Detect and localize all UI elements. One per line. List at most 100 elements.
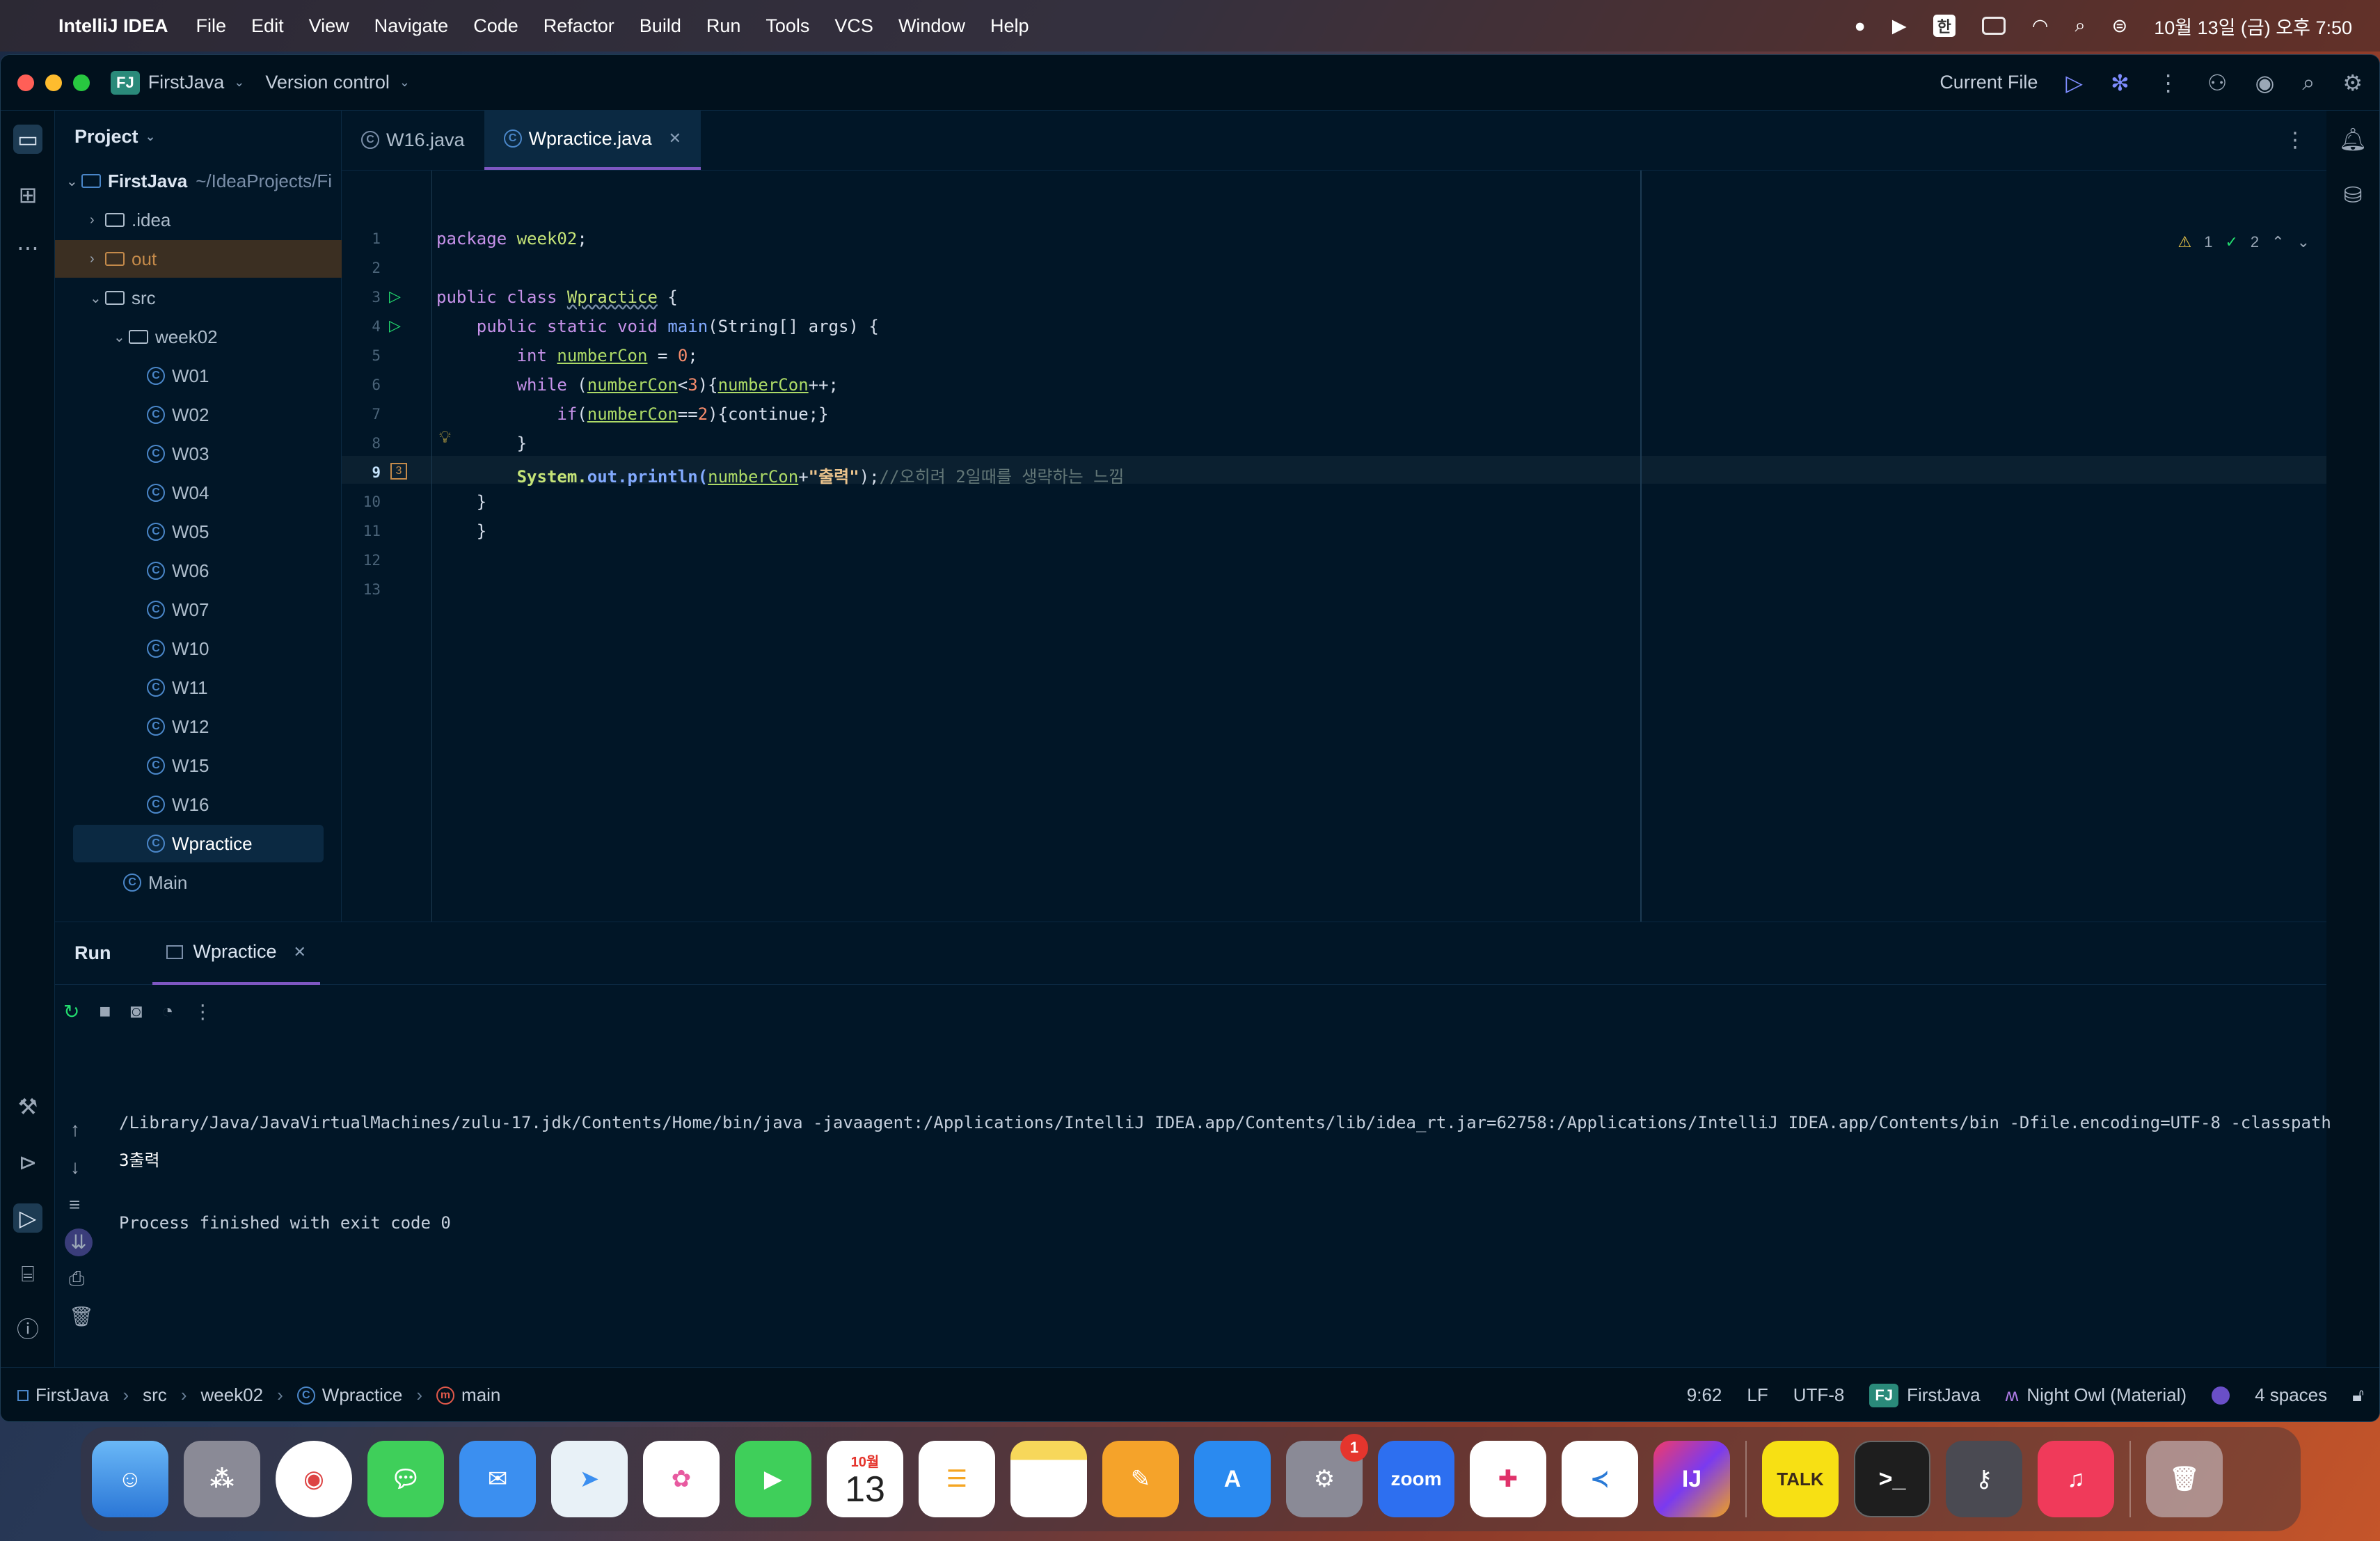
app-store-icon[interactable]: A [1194, 1441, 1271, 1517]
structure-tool-icon[interactable]: ⊞ [13, 180, 42, 210]
tree-item-w05[interactable]: C W05 [55, 513, 342, 551]
file-encoding[interactable]: UTF-8 [1793, 1384, 1845, 1406]
keychain-icon[interactable]: ⚷ [1946, 1441, 2022, 1517]
messages-icon[interactable]: 💬︎ [367, 1441, 444, 1517]
chrome-icon[interactable]: ◉ [276, 1441, 352, 1517]
scroll-down-icon[interactable]: ↓ [70, 1156, 80, 1178]
battery-icon[interactable] [1981, 17, 2006, 35]
indent-setting[interactable]: 4 spaces [2255, 1384, 2327, 1406]
control-center-icon[interactable]: ⊜ [2112, 15, 2128, 37]
build-tool-icon[interactable]: ⚒ [13, 1092, 42, 1121]
facetime-icon[interactable]: ▶ [735, 1441, 811, 1517]
close-window-button[interactable] [17, 74, 34, 91]
line-separator[interactable]: LF [1747, 1384, 1768, 1406]
slack-icon[interactable]: ✚ [1470, 1441, 1546, 1517]
soft-wrap-icon[interactable]: ≡ [69, 1194, 80, 1216]
breadcrumb-src[interactable]: src [143, 1384, 167, 1406]
add-user-icon[interactable]: ⚇ [2207, 70, 2228, 96]
tree-item-src[interactable]: ⌄ src [55, 279, 342, 317]
chevron-down-icon[interactable]: ⌄ [113, 329, 129, 346]
menu-edit[interactable]: Edit [251, 15, 284, 37]
database-icon[interactable]: ⛁ [2338, 180, 2367, 210]
services-tool-icon[interactable]: ⊳ [13, 1148, 42, 1177]
menu-help[interactable]: Help [990, 15, 1029, 37]
chevron-up-icon[interactable]: ⌃ [2271, 233, 2284, 251]
theme-widget[interactable]: ʍ Night Owl (Material) [2006, 1384, 2187, 1406]
notification-icon[interactable]: ● [1855, 15, 1866, 37]
profiler-icon[interactable]: ◔ [161, 1000, 173, 1023]
photos-icon[interactable]: ✿ [643, 1441, 720, 1517]
tab-w16[interactable]: C W16.java [342, 110, 484, 170]
menu-file[interactable]: File [196, 15, 227, 37]
app-menu[interactable]: IntelliJ IDEA [58, 15, 168, 37]
reminders-icon[interactable]: ☰ [919, 1441, 995, 1517]
menu-refactor[interactable]: Refactor [544, 15, 614, 37]
tree-item-w01[interactable]: C W01 [55, 357, 342, 395]
tree-item-w04[interactable]: C W04 [55, 474, 342, 512]
search-icon[interactable]: ⌕ [2302, 70, 2315, 96]
menu-code[interactable]: Code [473, 15, 518, 37]
close-tab-icon[interactable]: ✕ [669, 129, 681, 148]
menu-tools[interactable]: Tools [765, 15, 809, 37]
tree-item-week02[interactable]: ⌄ week02 [55, 318, 342, 356]
vscode-icon[interactable]: ≺ [1562, 1441, 1638, 1517]
music-icon[interactable]: ♫ [2038, 1441, 2114, 1517]
code-with-me-icon[interactable]: ◉ [2255, 70, 2274, 96]
close-tab-icon[interactable]: ✕ [294, 943, 306, 961]
run-tool-icon[interactable]: ▷ [13, 1203, 42, 1233]
tree-item-w11[interactable]: C W11 [55, 669, 342, 706]
print-icon[interactable]: ⎙ [69, 1267, 84, 1290]
terminal-tool-icon[interactable]: ⌸ [13, 1259, 42, 1288]
run-class-gutter-icon[interactable]: ▷ [389, 287, 401, 306]
zoom-icon[interactable]: zoom [1378, 1441, 1454, 1517]
vcs-selector[interactable]: Version control [265, 72, 390, 93]
menu-navigate[interactable]: Navigate [374, 15, 449, 37]
menu-window[interactable]: Window [898, 15, 965, 37]
launchpad-icon[interactable]: ⁂ [184, 1441, 260, 1517]
tree-item-w02[interactable]: C W02 [55, 396, 342, 434]
tree-item-w03[interactable]: C W03 [55, 435, 342, 473]
tree-item-firstjava[interactable]: ⌄ FirstJava ~/IdeaProjects/Fi [55, 162, 342, 200]
project-panel-header[interactable]: Project ⌄ [55, 111, 341, 162]
caret-position[interactable]: 9:62 [1687, 1384, 1722, 1406]
run-config-selector[interactable]: Current File [1939, 72, 2038, 93]
terminal-icon[interactable]: >_ [1854, 1441, 1930, 1517]
zoom-window-button[interactable] [73, 74, 90, 91]
scroll-up-icon[interactable]: ↑ [70, 1119, 80, 1141]
stop-icon[interactable]: ■ [99, 1000, 111, 1023]
lock-icon[interactable]: 🔓︎ [2352, 1384, 2364, 1407]
project-tool-icon[interactable]: ▭ [13, 125, 42, 154]
notes-icon[interactable] [1010, 1441, 1087, 1517]
menu-view[interactable]: View [309, 15, 349, 37]
chevron-down-icon[interactable]: ⌄ [90, 290, 105, 307]
pages-icon[interactable]: ✎ [1102, 1441, 1179, 1517]
project-selector[interactable]: FirstJava [148, 72, 225, 93]
finder-icon[interactable]: ☺ [92, 1441, 168, 1517]
tree-item-w16[interactable]: C W16 [55, 786, 342, 823]
notifications-icon[interactable]: 🔔︎ [2338, 125, 2367, 154]
code-editor[interactable]: 1 2 3 4 5 6 7 8 9 10 11 12 13 ▷ ▷ 💡︎ 3 p… [342, 171, 2326, 922]
maps-icon[interactable]: ➤ [551, 1441, 628, 1517]
chevron-right-icon[interactable]: › [90, 212, 105, 228]
menubar-clock[interactable]: 10월 13일 (금) 오후 7:50 [2154, 13, 2352, 40]
chevron-down-icon[interactable]: ⌄ [2297, 233, 2310, 251]
tree-item-w06[interactable]: C W06 [55, 552, 342, 590]
scroll-to-end-icon[interactable]: ⇊ [65, 1228, 93, 1256]
chevron-right-icon[interactable]: › [90, 251, 105, 267]
more-tools-icon[interactable]: ⋯ [13, 233, 42, 262]
more-actions-icon[interactable]: ⋮ [2157, 70, 2180, 96]
tree-item-w15[interactable]: C W15 [55, 747, 342, 784]
menu-run[interactable]: Run [706, 15, 741, 37]
breadcrumb-project[interactable]: FirstJava [35, 1384, 109, 1406]
ai-assistant-icon[interactable] [2212, 1386, 2230, 1405]
input-source-indicator[interactable]: 한 [1933, 15, 1955, 37]
tree-item-w12[interactable]: C W12 [55, 708, 342, 745]
tree-item-wpractice[interactable]: C Wpractice [73, 825, 324, 862]
chevron-down-icon[interactable]: ⌄ [66, 173, 81, 190]
breadcrumb-method[interactable]: main [461, 1384, 500, 1406]
kakaotalk-icon[interactable]: TALK [1762, 1441, 1839, 1517]
tree-item-w10[interactable]: C W10 [55, 630, 342, 667]
tree-item-w07[interactable]: C W07 [55, 591, 342, 629]
debug-icon[interactable]: ✻ [2111, 70, 2129, 96]
intellij-icon[interactable]: IJ [1653, 1441, 1730, 1517]
